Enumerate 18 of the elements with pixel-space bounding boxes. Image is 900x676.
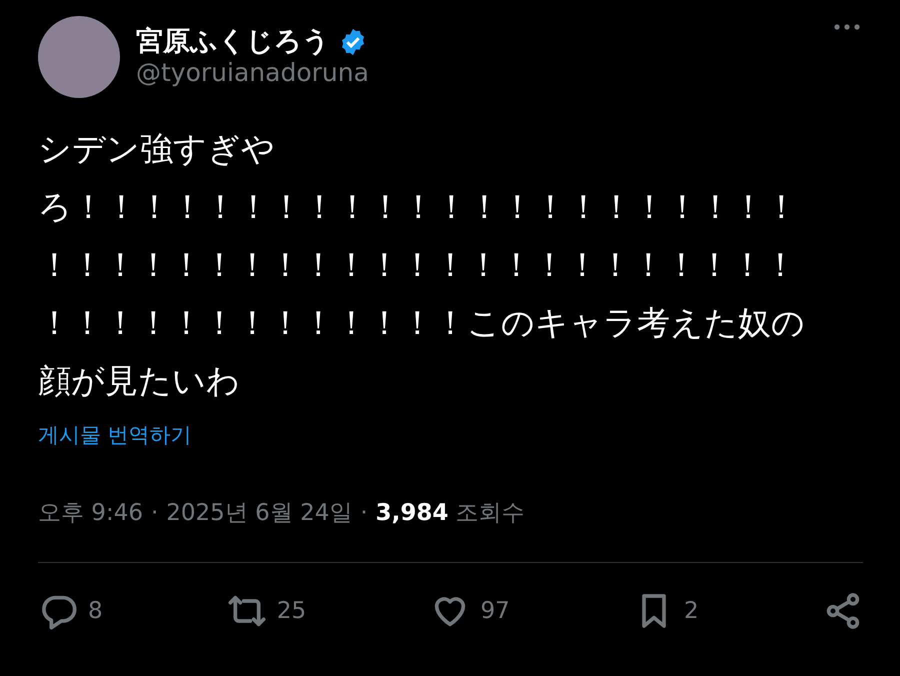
post-text-line: ！！！！！！！！！！！！！このキャラ考えた奴の: [38, 302, 805, 344]
reply-button[interactable]: 8: [38, 591, 103, 631]
post-text-line: 顔が見たいわ: [38, 360, 240, 402]
separator: ·: [360, 498, 368, 528]
more-icon[interactable]: [834, 24, 860, 30]
post-time[interactable]: 오후 9:46: [38, 496, 143, 530]
view-count: 3,984 조회수: [376, 498, 525, 528]
author-handle[interactable]: @tyoruianadoruna: [136, 58, 369, 88]
post-text-line: ろ！！！！！！！！！！！！！！！！！！！！！！: [38, 186, 798, 228]
separator: ·: [150, 498, 158, 528]
post-date[interactable]: 2025년 6월 24일: [166, 496, 352, 530]
bookmark-button[interactable]: 2: [634, 591, 699, 631]
post-text-line: シデン強すぎや: [38, 128, 275, 170]
like-button[interactable]: 97: [430, 591, 510, 631]
post-text-line: ！！！！！！！！！！！！！！！！！！！！！！！: [38, 244, 797, 286]
translate-link[interactable]: 게시물 번역하기: [38, 420, 192, 452]
author-name[interactable]: 宮原ふくじろう: [136, 26, 330, 58]
repost-button[interactable]: 25: [226, 591, 306, 631]
